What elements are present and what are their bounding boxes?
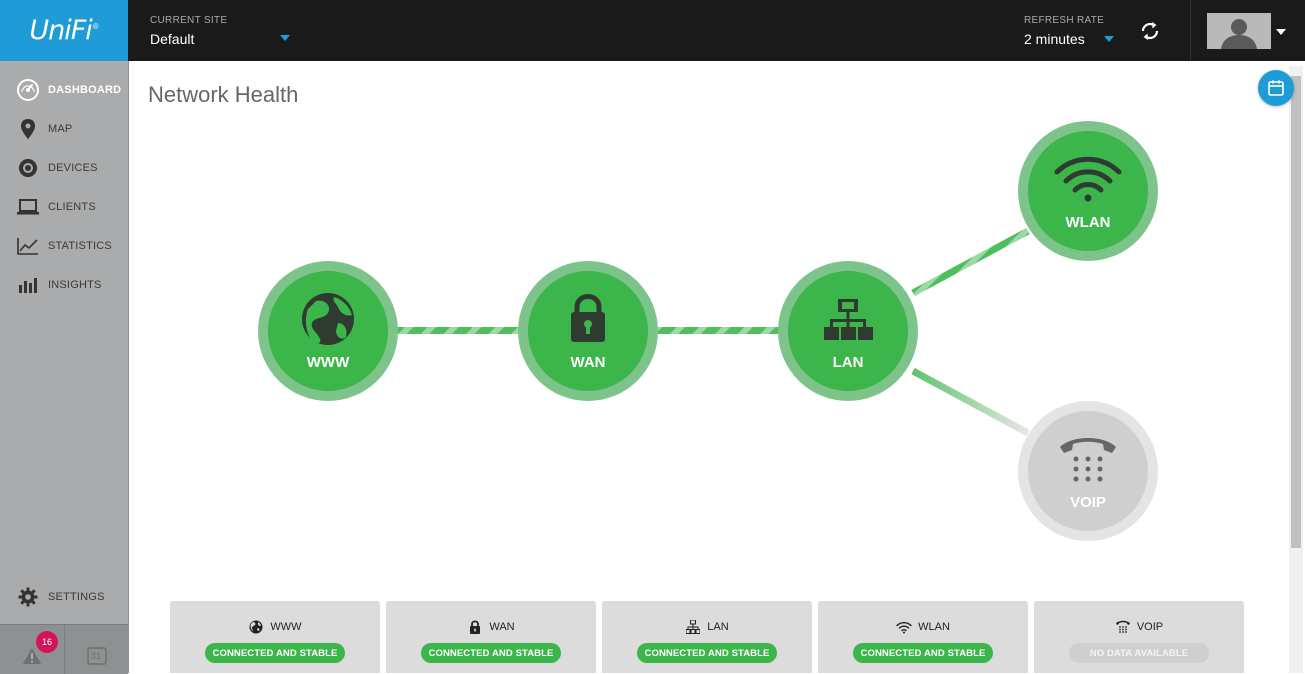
user-avatar-icon[interactable] [1207,13,1271,49]
device-circle-icon [17,157,39,179]
current-site-label: CURRENT SITE [150,15,228,26]
status-card-lan[interactable]: LAN CONNECTED AND STABLE [602,601,812,673]
refresh-button[interactable] [1139,19,1161,43]
sidebar-item-label: Settings [48,590,105,603]
sidebar-item-label: Clients [48,200,96,213]
gear-icon [17,586,39,608]
node-www[interactable] [258,261,398,401]
user-menu-chevron-down-icon[interactable] [1276,29,1286,35]
sidebar-item-insights[interactable]: Insights [0,265,128,304]
logo-text: UniFi [29,15,92,46]
network-health-diagram: WWW WAN LAN WLAN VOIP [128,61,1288,601]
sidebar-item-map[interactable]: Map [0,109,128,148]
status-badge: CONNECTED AND STABLE [421,643,561,663]
node-wlan[interactable] [1018,121,1158,261]
lock-icon [467,619,483,635]
sidebar-item-clients[interactable]: Clients [0,187,128,226]
sidebar-item-label: Dashboard [48,83,122,96]
node-label-voip: VOIP [1070,494,1106,511]
logo-registered-mark: ® [92,22,99,31]
sidebar-item-settings[interactable]: Settings [0,577,128,616]
sidebar-settings-section: Settings [0,577,128,616]
telephone-icon [1115,619,1131,635]
node-lan[interactable] [778,261,918,401]
sidebar: UniFi ® Dashboard Map Devices Clients [0,0,129,674]
refresh-rate-label: REFRESH RATE [1024,15,1105,26]
current-site-value[interactable]: Default [150,31,194,47]
sidebar-item-label: Statistics [48,239,112,252]
status-card-www[interactable]: WWW CONNECTED AND STABLE [170,601,380,673]
alerts-button[interactable]: 16 [0,625,65,674]
globe-icon [302,293,354,345]
sidebar-nav: Dashboard Map Devices Clients Statistics [0,70,128,304]
node-wan[interactable] [518,261,658,401]
status-badge: CONNECTED AND STABLE [205,643,345,663]
top-bar-divider [1190,0,1191,61]
dashboard-gauge-icon [17,78,39,101]
refresh-rate-value[interactable]: 2 minutes [1024,31,1085,47]
link-www-wan [396,327,520,334]
node-label-wlan: WLAN [1065,214,1111,231]
scrollbar-thumb[interactable] [1291,76,1301,548]
sidebar-item-statistics[interactable]: Statistics [0,226,128,265]
card-label: WLAN [918,621,950,633]
unifi-logo[interactable]: UniFi ® [0,0,128,61]
wifi-icon [896,619,912,635]
status-card-voip[interactable]: VOIP NO DATA AVAILABLE [1034,601,1244,673]
card-label: LAN [707,621,729,633]
status-cards: WWW CONNECTED AND STABLE WAN CONNECTED A… [170,601,1246,673]
network-tree-icon [685,619,701,635]
link-wan-lan [656,327,780,334]
status-badge: CONNECTED AND STABLE [853,643,993,663]
globe-icon [248,619,264,635]
refresh-icon [1141,22,1159,40]
line-chart-icon [17,235,39,257]
sidebar-item-label: Devices [48,161,98,174]
card-label: VOIP [1136,621,1164,633]
sidebar-item-dashboard[interactable]: Dashboard [0,70,128,109]
node-label-www: WWW [306,354,350,371]
node-label-wan: WAN [570,354,606,371]
status-card-wlan[interactable]: WLAN CONNECTED AND STABLE [818,601,1028,673]
node-label-lan: LAN [832,354,864,371]
alert-count-badge: 16 [36,631,58,653]
node-voip[interactable] [1018,401,1158,541]
calendar-day: 31 [91,651,102,661]
link-lan-wlan [911,227,1030,297]
card-label: WWW [270,621,302,633]
calendar-button[interactable]: 31 [65,625,128,674]
bar-chart-icon [17,274,39,296]
link-lan-voip [911,367,1030,437]
sidebar-item-label: Map [48,122,73,135]
status-card-wan[interactable]: WAN CONNECTED AND STABLE [386,601,596,673]
site-dropdown-chevron-down-icon[interactable] [280,35,290,41]
map-pin-icon [17,118,39,140]
sidebar-item-devices[interactable]: Devices [0,148,128,187]
sidebar-footer: 16 31 [0,624,128,674]
sidebar-item-label: Insights [48,278,102,291]
top-bar: CURRENT SITE Default REFRESH RATE 2 minu… [128,0,1305,61]
status-badge: CONNECTED AND STABLE [637,643,777,663]
refresh-rate-chevron-down-icon[interactable] [1104,36,1114,42]
status-badge: NO DATA AVAILABLE [1069,643,1209,663]
laptop-icon [17,196,39,218]
card-label: WAN [489,621,515,633]
